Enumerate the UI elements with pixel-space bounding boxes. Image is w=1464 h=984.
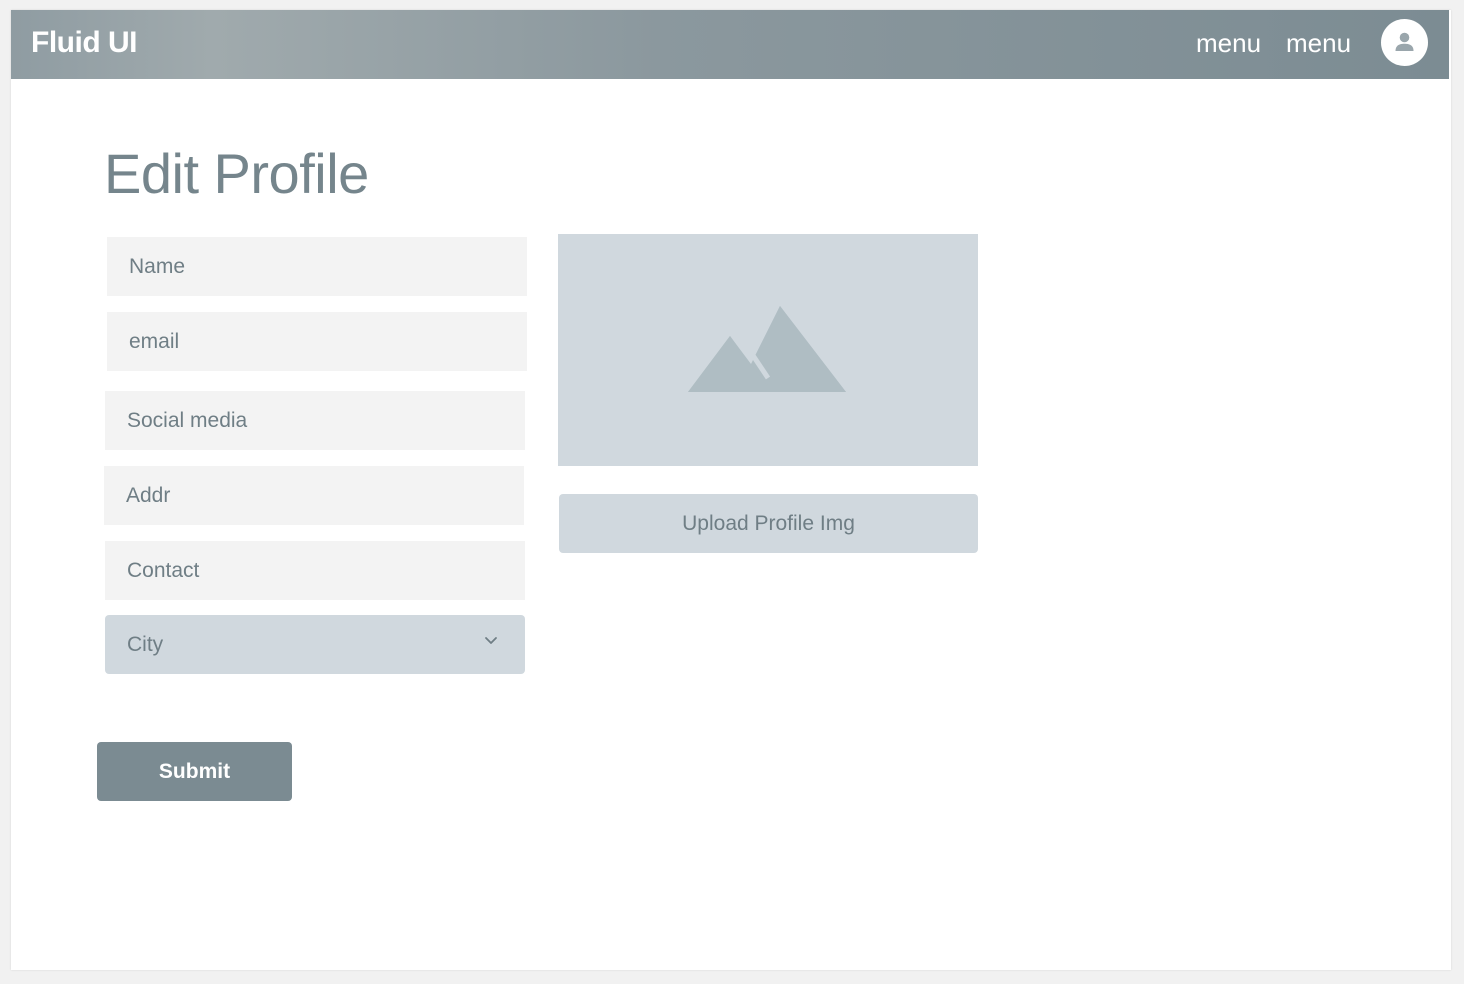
email-input[interactable]: email bbox=[107, 312, 527, 371]
upload-profile-image-button[interactable]: Upload Profile Img bbox=[559, 494, 978, 553]
user-icon bbox=[1395, 32, 1414, 51]
profile-image-placeholder bbox=[558, 234, 978, 466]
chevron-down-icon bbox=[485, 637, 497, 644]
city-select[interactable]: City bbox=[105, 615, 525, 674]
user-avatar[interactable] bbox=[1381, 19, 1428, 66]
nav-menu-item-1[interactable]: menu bbox=[1196, 28, 1261, 58]
image-placeholder-icon bbox=[688, 306, 846, 392]
app-window: Fluid UI menu menu Edit Profile Name ema… bbox=[11, 10, 1451, 970]
name-input[interactable]: Name bbox=[107, 237, 527, 296]
page-title: Edit Profile bbox=[104, 142, 369, 205]
submit-button[interactable]: Submit bbox=[97, 742, 292, 801]
top-navbar: Fluid UI menu menu bbox=[11, 10, 1449, 79]
contact-input[interactable]: Contact bbox=[105, 541, 525, 600]
city-select-label: City bbox=[127, 633, 164, 656]
social-media-input[interactable]: Social media bbox=[105, 391, 525, 450]
nav-menu-item-2[interactable]: menu bbox=[1286, 28, 1351, 58]
address-input[interactable]: Addr bbox=[104, 466, 524, 525]
brand-logo[interactable]: Fluid UI bbox=[31, 25, 137, 61]
